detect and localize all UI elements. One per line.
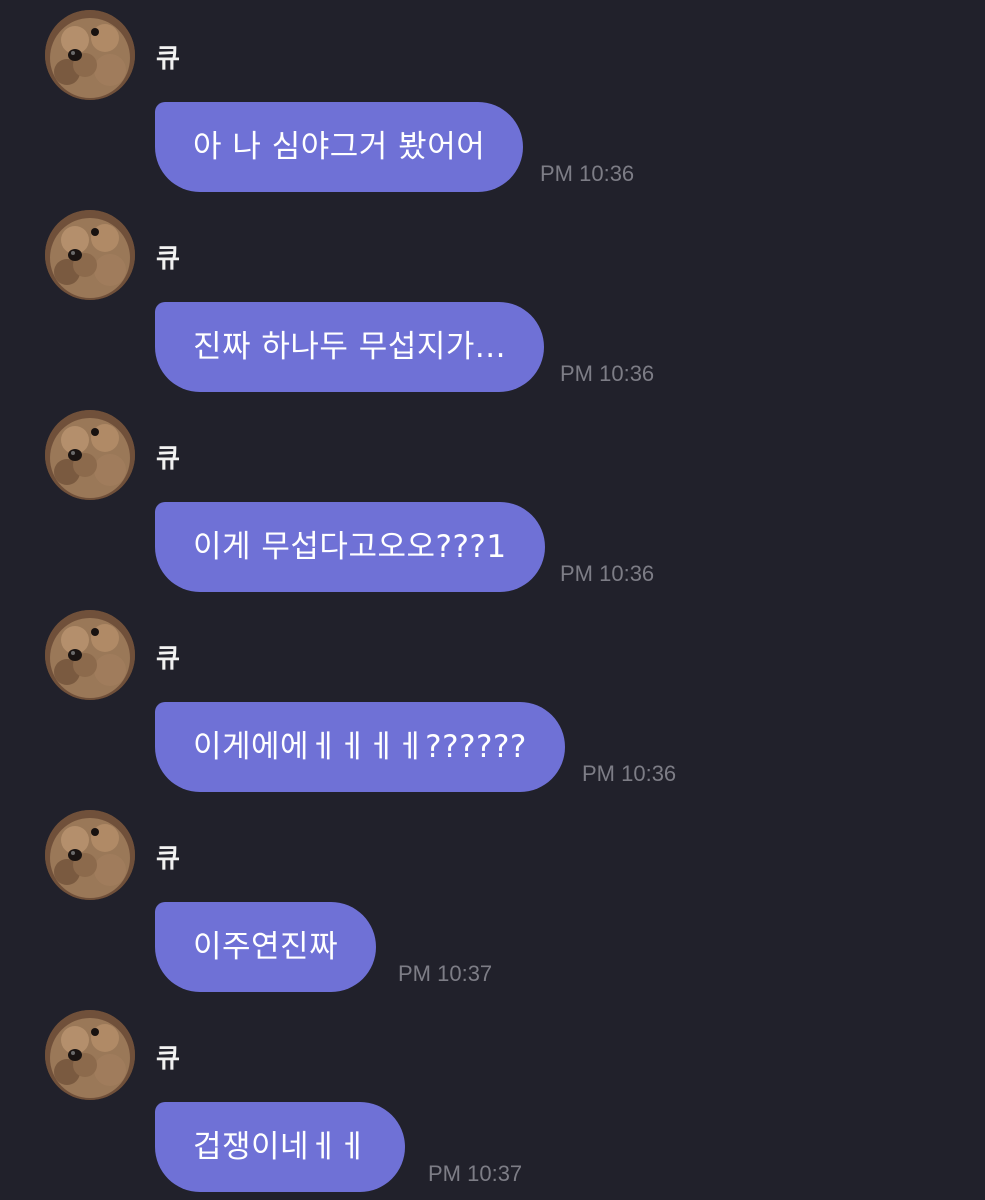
sender-name: 큐 — [156, 444, 180, 474]
message-bubble[interactable]: 이게 무섭다고오오???1 — [155, 502, 545, 592]
chat-message: 큐 진짜 하나두 무섭지가... PM 10:36 — [0, 200, 985, 400]
message-timestamp: PM 10:37 — [398, 961, 493, 986]
sender-name: 큐 — [156, 1044, 180, 1074]
message-bubble[interactable]: 겁쟁이네ㅔㅔ — [155, 1102, 406, 1192]
chat-message: 큐 아 나 심야그거 봤어어 PM 10:36 — [0, 0, 985, 200]
message-bubble[interactable]: 진짜 하나두 무섭지가... — [155, 302, 544, 392]
poodle-avatar-icon[interactable] — [45, 1010, 135, 1100]
message-timestamp: PM 10:37 — [428, 1161, 523, 1186]
sender-name: 큐 — [156, 244, 180, 274]
message-timestamp: PM 10:36 — [540, 161, 635, 186]
message-timestamp: PM 10:36 — [560, 361, 655, 386]
poodle-avatar-icon[interactable] — [45, 210, 135, 300]
poodle-avatar-icon[interactable] — [45, 10, 135, 100]
chat-message: 큐 이주연진짜 PM 10:37 — [0, 800, 985, 1000]
chat-message: 큐 겁쟁이네ㅔㅔ PM 10:37 — [0, 1000, 985, 1200]
sender-name: 큐 — [156, 44, 180, 74]
poodle-avatar-icon[interactable] — [45, 410, 135, 500]
chat-message-list[interactable]: 큐 아 나 심야그거 봤어어 PM 10:36 큐 진짜 하나두 무섭지가...… — [0, 0, 985, 1200]
sender-name: 큐 — [156, 844, 180, 874]
chat-message: 큐 이게에에ㅔㅔㅔㅔ?????? PM 10:36 — [0, 600, 985, 800]
message-bubble[interactable]: 아 나 심야그거 봤어어 — [155, 102, 524, 192]
poodle-avatar-icon[interactable] — [45, 610, 135, 700]
sender-name: 큐 — [156, 644, 180, 674]
poodle-avatar-icon[interactable] — [45, 810, 135, 900]
chat-message: 큐 이게 무섭다고오오???1 PM 10:36 — [0, 400, 985, 600]
message-timestamp: PM 10:36 — [582, 761, 677, 786]
message-timestamp: PM 10:36 — [560, 561, 655, 586]
message-bubble[interactable]: 이주연진짜 — [155, 902, 377, 992]
message-bubble[interactable]: 이게에에ㅔㅔㅔㅔ?????? — [155, 702, 565, 792]
